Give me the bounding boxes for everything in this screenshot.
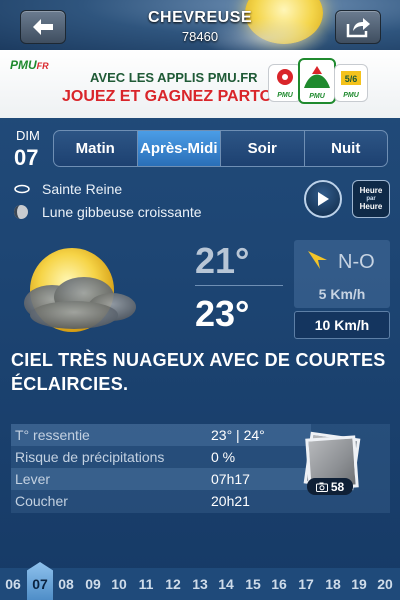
day-item-selected[interactable]: 07 xyxy=(27,576,53,592)
moon-row: Lune gibbeuse croissante xyxy=(13,204,202,220)
period-tabs: Matin Après-Midi Soir Nuit xyxy=(53,130,388,167)
ad-tagline: JOUEZ ET GAGNEZ PARTOUT xyxy=(62,88,294,105)
svg-text:5/6: 5/6 xyxy=(345,74,358,84)
tab-soir[interactable]: Soir xyxy=(221,131,305,166)
detail-row: Risque de précipitations 0 % xyxy=(15,449,236,465)
halo-icon xyxy=(13,183,31,195)
day-item[interactable]: 06 xyxy=(0,576,26,592)
day-item[interactable]: 13 xyxy=(187,576,213,592)
day-item[interactable]: 16 xyxy=(266,576,292,592)
photo-gallery-button[interactable]: 58 xyxy=(303,431,361,495)
day-item[interactable]: 18 xyxy=(320,576,346,592)
play-icon xyxy=(318,192,329,206)
wind-gust: 10 Km/h xyxy=(294,311,390,339)
day-item[interactable]: 19 xyxy=(346,576,372,592)
share-button[interactable] xyxy=(335,10,381,44)
ad-logo: PMUFR xyxy=(10,58,49,72)
ad-app-icon: PMU xyxy=(298,58,336,104)
wind-direction: N-O xyxy=(338,251,375,273)
day-item[interactable]: 17 xyxy=(293,576,319,592)
detail-row: T° ressentie 23° | 24° xyxy=(11,424,311,446)
camera-icon xyxy=(315,482,328,492)
day-item[interactable]: 10 xyxy=(106,576,132,592)
day-item[interactable]: 20 xyxy=(372,576,398,592)
weather-description: CIEL TRÈS NUAGEUX AVEC DE COURTES ÉCLAIR… xyxy=(11,350,386,394)
wind-speed: 5 Km/h xyxy=(318,286,366,302)
temperature-max: 23° xyxy=(195,293,250,334)
tab-matin[interactable]: Matin xyxy=(54,131,138,166)
moon-phase: Lune gibbeuse croissante xyxy=(42,204,202,220)
ad-banner[interactable]: PMUFR AVEC LES APPLIS PMU.FR JOUEZ ET GA… xyxy=(0,50,400,118)
day-item[interactable]: 15 xyxy=(240,576,266,592)
hourly-button[interactable]: Heure par Heure xyxy=(352,180,390,218)
ad-app-icon: PMU xyxy=(268,64,302,102)
tab-nuit[interactable]: Nuit xyxy=(305,131,388,166)
temperature-divider xyxy=(195,285,283,286)
temperature-min: 21° xyxy=(195,240,250,281)
photo-count-badge: 58 xyxy=(307,478,353,495)
play-button[interactable] xyxy=(304,180,342,218)
detail-row: Lever 07h17 xyxy=(11,468,311,490)
day-item[interactable]: 12 xyxy=(160,576,186,592)
day-name: DIM xyxy=(16,128,40,143)
tab-apres-midi[interactable]: Après-Midi xyxy=(137,131,221,166)
saint-name: Sainte Reine xyxy=(42,181,123,197)
day-item[interactable]: 14 xyxy=(213,576,239,592)
day-item[interactable]: 08 xyxy=(53,576,79,592)
cloudy-sun-icon xyxy=(24,248,136,332)
moon-icon xyxy=(13,204,31,220)
ad-headline: AVEC LES APPLIS PMU.FR xyxy=(90,70,258,85)
ad-app-icon: 5/6 PMU xyxy=(334,64,368,102)
day-item[interactable]: 11 xyxy=(133,576,159,592)
day-number: 07 xyxy=(14,145,39,170)
day-item[interactable]: 09 xyxy=(80,576,106,592)
wind-direction-icon xyxy=(308,251,327,269)
saint-row: Sainte Reine xyxy=(13,181,122,197)
share-icon xyxy=(346,18,370,38)
detail-row: Coucher 20h21 xyxy=(15,493,250,509)
